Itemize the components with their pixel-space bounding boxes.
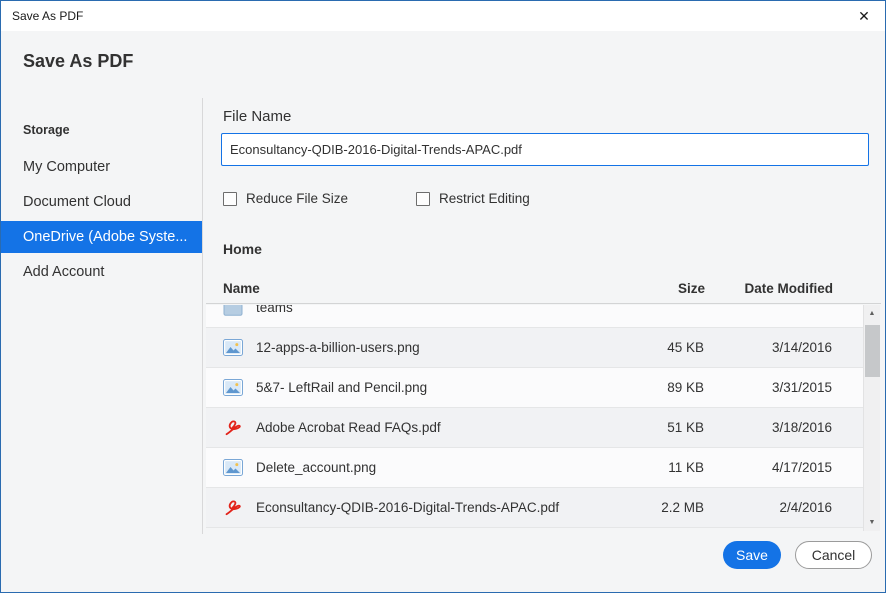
file-date: 3/18/2016	[704, 420, 832, 435]
table-row[interactable]: 5&7- LeftRail and Pencil.png89 KB3/31/20…	[206, 368, 863, 408]
checkbox-icon	[223, 192, 237, 206]
cancel-button[interactable]: Cancel	[795, 541, 872, 569]
file-name: Adobe Acrobat Read FAQs.pdf	[256, 420, 632, 435]
file-name: 12-apps-a-billion-users.png	[256, 340, 632, 355]
image-icon	[222, 379, 244, 396]
sidebar-item-add-account[interactable]: Add Account	[1, 256, 202, 288]
file-size: 45 KB	[632, 340, 704, 355]
scroll-up-button[interactable]: ▲	[864, 305, 880, 322]
file-list: teams12-apps-a-billion-users.png45 KB3/1…	[206, 305, 863, 531]
table-header: Name Size Date Modified	[206, 273, 881, 304]
restrict-editing-checkbox[interactable]: Restrict Editing	[416, 191, 530, 206]
folder-icon	[222, 305, 244, 316]
sidebar-item-document-cloud[interactable]: Document Cloud	[1, 186, 202, 218]
file-size: 51 KB	[632, 420, 704, 435]
column-header-date[interactable]: Date Modified	[705, 281, 833, 296]
reduce-file-size-checkbox[interactable]: Reduce File Size	[223, 191, 348, 206]
image-icon	[222, 459, 244, 476]
pdf-icon	[222, 498, 244, 517]
column-header-name[interactable]: Name	[223, 281, 633, 296]
close-icon: ✕	[858, 8, 870, 25]
scroll-down-button[interactable]: ▼	[864, 514, 880, 531]
checkbox-label: Reduce File Size	[246, 191, 348, 206]
storage-section-label: Storage	[23, 123, 70, 137]
chevron-down-icon: ▼	[869, 519, 876, 526]
file-size: 2.2 MB	[632, 500, 704, 515]
file-size: 89 KB	[632, 380, 704, 395]
sidebar-items: My ComputerDocument CloudOneDrive (Adobe…	[1, 151, 202, 291]
titlebar: Save As PDF ✕	[1, 1, 885, 31]
checkbox-icon	[416, 192, 430, 206]
current-folder-label: Home	[223, 241, 262, 257]
file-date: 3/14/2016	[704, 340, 832, 355]
column-header-size[interactable]: Size	[633, 281, 705, 296]
window-title: Save As PDF	[12, 9, 83, 23]
chevron-up-icon: ▲	[869, 310, 876, 317]
image-icon	[222, 339, 244, 356]
divider	[202, 98, 203, 534]
pdf-icon	[222, 418, 244, 437]
file-name-label: File Name	[223, 108, 291, 125]
page-title: Save As PDF	[23, 51, 133, 72]
table-row[interactable]: 12-apps-a-billion-users.png45 KB3/14/201…	[206, 328, 863, 368]
table-row[interactable]: Delete_account.png11 KB4/17/2015	[206, 448, 863, 488]
file-size: 11 KB	[632, 460, 704, 475]
table-row[interactable]: Adobe Acrobat Read FAQs.pdf51 KB3/18/201…	[206, 408, 863, 448]
file-date: 2/4/2016	[704, 500, 832, 515]
sidebar-item-onedrive-adobe-syste[interactable]: OneDrive (Adobe Syste...	[1, 221, 202, 253]
file-name: Econsultancy-QDIB-2016-Digital-Trends-AP…	[256, 500, 632, 515]
table-row[interactable]: Econsultancy-QDIB-2016-Digital-Trends-AP…	[206, 488, 863, 528]
file-date: 3/31/2015	[704, 380, 832, 395]
save-as-pdf-dialog: Save As PDF ✕ Save As PDF Storage My Com…	[0, 0, 886, 593]
checkbox-label: Restrict Editing	[439, 191, 530, 206]
save-button[interactable]: Save	[723, 541, 781, 569]
sidebar-item-my-computer[interactable]: My Computer	[1, 151, 202, 183]
file-date: 4/17/2015	[704, 460, 832, 475]
table-row[interactable]: teams	[206, 305, 863, 328]
list-scrollbar[interactable]: ▲ ▼	[863, 305, 880, 531]
file-name: Delete_account.png	[256, 460, 632, 475]
file-name: 5&7- LeftRail and Pencil.png	[256, 380, 632, 395]
scrollbar-thumb[interactable]	[865, 325, 880, 377]
close-button[interactable]: ✕	[851, 5, 877, 27]
file-name: teams	[256, 305, 632, 315]
file-name-input[interactable]	[221, 133, 869, 166]
file-rows: teams12-apps-a-billion-users.png45 KB3/1…	[206, 305, 863, 528]
